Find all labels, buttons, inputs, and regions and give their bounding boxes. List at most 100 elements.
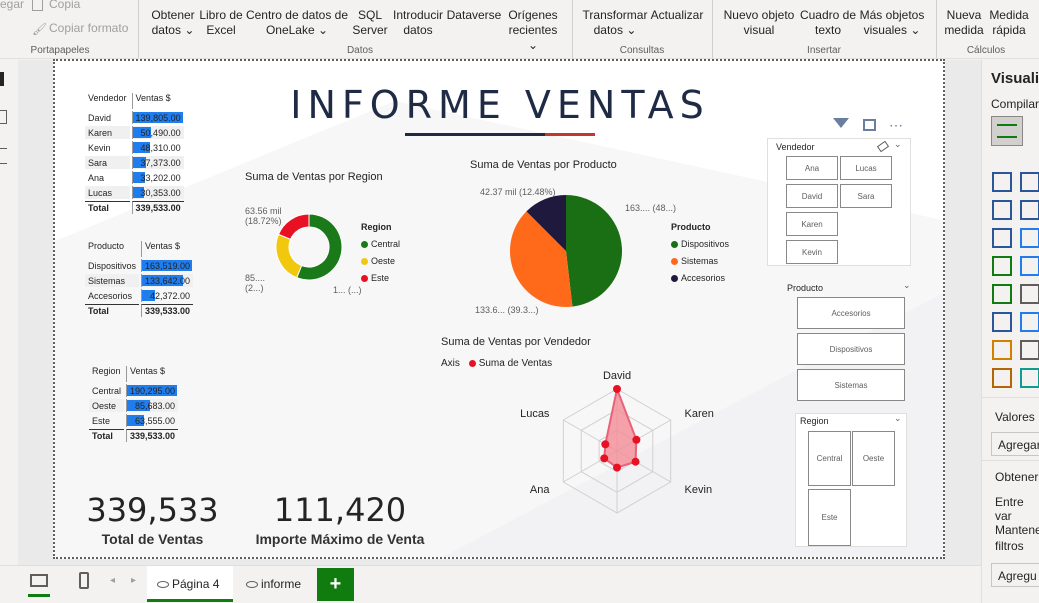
- next-page-icon[interactable]: ▸: [131, 575, 136, 586]
- slicer-item[interactable]: Ana: [786, 156, 838, 180]
- legend-item[interactable]: Oeste: [361, 253, 400, 270]
- more-options-icon[interactable]: ⋯: [889, 117, 904, 134]
- key-influencers-icon[interactable]: [992, 312, 1012, 332]
- slicer-item[interactable]: Accesorios: [797, 297, 905, 329]
- quick-measure-button[interactable]: Medida rápida: [986, 8, 1032, 38]
- table-header-ventas[interactable]: Ventas $: [126, 366, 178, 382]
- get-data-button[interactable]: Obtener datos ⌄: [150, 8, 196, 38]
- table-header-vendedor[interactable]: Vendedor: [85, 93, 130, 109]
- excel-workbook-button[interactable]: Libro de Excel: [198, 8, 244, 38]
- filter-icon[interactable]: [833, 118, 849, 128]
- build-tab[interactable]: Compilar: [991, 97, 1039, 111]
- model-view-icon[interactable]: [0, 148, 7, 164]
- desktop-layout-icon[interactable]: [30, 574, 48, 587]
- table-row[interactable]: Este 63,555.00: [89, 414, 178, 427]
- dataverse-button[interactable]: Dataverse: [446, 8, 502, 23]
- focus-mode-icon[interactable]: [863, 119, 876, 131]
- table-view-icon[interactable]: [0, 110, 7, 124]
- transform-data-button[interactable]: Transformar datos ⌄: [582, 8, 648, 38]
- slicer-item[interactable]: Lucas: [840, 156, 892, 180]
- new-measure-button[interactable]: Nueva medida: [942, 8, 986, 38]
- tab-informe[interactable]: informe: [236, 566, 314, 602]
- table-row[interactable]: Oeste 85,683.00: [89, 399, 179, 412]
- prev-page-icon[interactable]: ◂: [110, 575, 115, 586]
- slicer-icon[interactable]: [1020, 284, 1039, 304]
- add-field-well[interactable]: Agregar: [991, 432, 1039, 456]
- slicer-item[interactable]: Oeste: [852, 431, 895, 486]
- radar-chart[interactable]: DavidKarenKevinSaraAnaLucas: [495, 371, 715, 521]
- mobile-layout-icon[interactable]: [79, 572, 89, 589]
- table-row[interactable]: Sara 37,373.00: [85, 156, 184, 169]
- table-row[interactable]: Sistemas 133,642.00: [85, 274, 194, 287]
- onelake-button[interactable]: Centro de datos de OneLake ⌄: [245, 8, 349, 38]
- legend-item[interactable]: Sistemas: [671, 253, 729, 270]
- legend-item[interactable]: Accesorios: [671, 270, 729, 287]
- globe-map-icon[interactable]: [992, 256, 1012, 276]
- hidden-page-icon: [246, 581, 258, 588]
- sql-server-button[interactable]: SQL Server: [351, 8, 389, 38]
- row-value: 133,642.00: [141, 274, 193, 287]
- table-header-ventas[interactable]: Ventas $: [141, 241, 193, 257]
- add-drillthrough-well[interactable]: Agregu: [991, 563, 1039, 587]
- row-name: Este: [92, 415, 111, 426]
- legend-item[interactable]: Central: [361, 236, 400, 253]
- slicer-item[interactable]: Sara: [840, 184, 892, 208]
- table-row[interactable]: Lucas 30,353.00: [85, 186, 184, 199]
- filled-map-icon[interactable]: [1020, 256, 1039, 276]
- legend-item[interactable]: Este: [361, 270, 400, 287]
- slicer-item[interactable]: Sistemas: [797, 369, 905, 401]
- build-visual-icon[interactable]: [991, 116, 1023, 146]
- table-header-region[interactable]: Region: [89, 366, 124, 382]
- report-view-icon[interactable]: [0, 72, 4, 86]
- copy-format-button[interactable]: 🖌 Copiar formato: [32, 21, 128, 36]
- text-box-button[interactable]: Cuadro de texto: [798, 8, 858, 38]
- chevron-down-icon[interactable]: ⌄: [903, 280, 911, 291]
- slicer-item[interactable]: Kevin: [786, 240, 838, 264]
- recent-sources-button[interactable]: Orígenes recientes ⌄: [502, 8, 564, 53]
- table-row[interactable]: Karen 50,490.00: [85, 126, 184, 139]
- area-chart-icon[interactable]: [1020, 200, 1039, 220]
- shape-icon[interactable]: [1020, 368, 1039, 388]
- table-row[interactable]: Kevin 48,310.00: [85, 141, 184, 154]
- multi-row-card-icon[interactable]: [992, 340, 1012, 360]
- kpi-icon[interactable]: [992, 284, 1012, 304]
- slicer-item[interactable]: David: [786, 184, 838, 208]
- slicer-item[interactable]: Este: [808, 489, 851, 546]
- table-header-ventas[interactable]: Ventas $: [131, 93, 184, 109]
- ribbon-chart-icon[interactable]: [992, 228, 1012, 248]
- slicer-item[interactable]: Central: [808, 431, 851, 486]
- legend-item[interactable]: Dispositivos: [671, 236, 729, 253]
- enter-data-button[interactable]: Introducir datos: [391, 8, 445, 38]
- stacked-column-icon[interactable]: [1020, 172, 1039, 192]
- table-row[interactable]: Accesorios 42,372.00: [85, 289, 193, 302]
- kpi-total-value: 339,533: [86, 491, 219, 529]
- decomposition-tree-icon[interactable]: [1020, 312, 1039, 332]
- funnel-icon[interactable]: [1020, 228, 1039, 248]
- line-chart-icon[interactable]: [992, 200, 1012, 220]
- title-underline-accent: [545, 133, 595, 136]
- table-header-producto[interactable]: Producto: [85, 241, 139, 257]
- eraser-icon[interactable]: [876, 140, 890, 153]
- table-row[interactable]: Ana 33,202.00: [85, 171, 184, 184]
- more-visuals-button[interactable]: Más objetos visuales ⌄: [858, 8, 926, 38]
- table-viz-icon[interactable]: [1020, 340, 1039, 360]
- slicer-item[interactable]: Karen: [786, 212, 838, 236]
- slicer-item[interactable]: Dispositivos: [797, 333, 905, 365]
- add-page-button[interactable]: +: [317, 568, 354, 601]
- tab-page-4[interactable]: Página 4: [147, 566, 233, 602]
- chevron-down-icon[interactable]: ⌄: [894, 413, 902, 424]
- r-visual-icon[interactable]: [992, 368, 1012, 388]
- cut-button[interactable]: egar: [0, 0, 24, 12]
- total-value: 339,533.00: [131, 201, 184, 214]
- copy-button[interactable]: Copia: [32, 0, 80, 12]
- table-row[interactable]: Dispositivos 163,519.00: [85, 259, 193, 272]
- chevron-down-icon[interactable]: ⌄: [894, 139, 902, 150]
- row-name: Sistemas: [88, 275, 126, 286]
- pie-chart[interactable]: [510, 191, 630, 311]
- kpi-max-value: 111,420: [273, 491, 407, 529]
- table-row[interactable]: David 139,805.00: [85, 111, 184, 124]
- table-row[interactable]: Central 190,295.00: [89, 384, 178, 397]
- new-visual-button[interactable]: Nuevo objeto visual: [722, 8, 796, 38]
- refresh-button[interactable]: Actualizar: [650, 8, 704, 23]
- stacked-bar-icon[interactable]: [992, 172, 1012, 192]
